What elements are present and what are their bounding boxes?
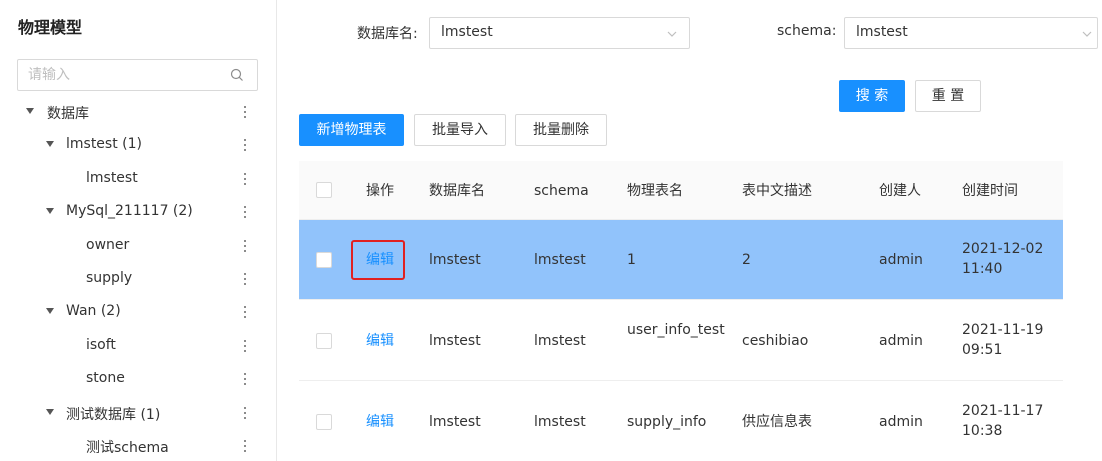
batch-import-button[interactable]: 批量导入 <box>414 114 506 146</box>
search-button[interactable]: 搜 索 <box>839 80 905 112</box>
db-name-select[interactable]: lmstest <box>429 17 690 49</box>
cell-schema: lmstest <box>534 252 586 268</box>
search-icon[interactable] <box>229 67 245 83</box>
more-vertical-icon[interactable] <box>240 103 250 121</box>
cell-db-name: lmstest <box>429 252 481 268</box>
tree-search-input[interactable] <box>18 60 218 90</box>
more-vertical-icon[interactable] <box>240 337 250 355</box>
cell-db-name: lmstest <box>429 414 481 430</box>
tree-node-label: MySql_211117 (2) <box>66 203 193 219</box>
reset-button[interactable]: 重 置 <box>915 80 981 112</box>
chevron-down-icon <box>667 31 677 37</box>
caret-down-icon[interactable] <box>26 108 34 114</box>
table-row[interactable]: 编辑 lmstest lmstest 1 2 admin 2021-12-02 … <box>299 220 1063 300</box>
table-header: 操作 数据库名 schema 物理表名 表中文描述 创建人 创建时间 <box>299 161 1063 220</box>
tree-node-isoft-schema[interactable]: isoft <box>0 330 276 363</box>
schema-value: lmstest <box>856 24 908 40</box>
tree-node-wan-db[interactable]: Wan (2) <box>0 296 276 329</box>
caret-down-icon[interactable] <box>46 141 54 147</box>
cell-creator: admin <box>879 333 923 349</box>
cell-created-time: 2021-12-02 11:40 <box>962 241 1044 277</box>
caret-down-icon[interactable] <box>46 208 54 214</box>
cell-description: 供应信息表 <box>742 414 812 430</box>
cell-creator: admin <box>879 252 923 268</box>
cell-description: 2 <box>742 252 751 268</box>
more-vertical-icon[interactable] <box>240 203 250 221</box>
more-vertical-icon[interactable] <box>240 370 250 388</box>
more-vertical-icon[interactable] <box>240 437 250 455</box>
header-schema: schema <box>534 183 589 199</box>
tree-node-lmstest-schema[interactable]: lmstest <box>0 163 276 196</box>
caret-down-icon[interactable] <box>46 308 54 314</box>
tree-node-test-db[interactable]: 测试数据库 (1) <box>0 397 276 430</box>
tree-node-label: stone <box>86 370 125 386</box>
chevron-down-icon <box>1082 31 1092 37</box>
tree-node-test-schema[interactable]: 测试schema <box>0 430 276 461</box>
tree-search-box[interactable] <box>17 59 258 91</box>
cell-db-name: lmstest <box>429 333 481 349</box>
schema-select[interactable]: lmstest <box>844 17 1098 49</box>
tree-node-stone-schema[interactable]: stone <box>0 363 276 396</box>
edit-highlight-box <box>351 240 405 280</box>
tree-node-supply-schema[interactable]: supply <box>0 263 276 296</box>
edit-link[interactable]: 编辑 <box>366 331 394 351</box>
cell-creator: admin <box>879 414 923 430</box>
more-vertical-icon[interactable] <box>240 303 250 321</box>
tree-node-owner-schema[interactable]: owner <box>0 230 276 263</box>
row-checkbox[interactable] <box>316 333 332 349</box>
tree-node-label: Wan (2) <box>66 303 121 319</box>
tree-node-label: lmstest <box>86 170 138 186</box>
schema-label: schema: <box>777 23 837 39</box>
tree-node-label: owner <box>86 237 130 253</box>
cell-created-time: 2021-11-17 10:38 <box>962 403 1044 439</box>
tree-node-database-root[interactable]: 数据库 <box>0 96 276 129</box>
tree-node-label: lmstest (1) <box>66 136 142 152</box>
more-vertical-icon[interactable] <box>240 237 250 255</box>
tree-node-mysql-db[interactable]: MySql_211117 (2) <box>0 196 276 229</box>
tree-node-label: isoft <box>86 337 116 353</box>
edit-link[interactable]: 编辑 <box>366 412 394 432</box>
table-row[interactable]: 编辑 lmstest lmstest supply_info 供应信息表 adm… <box>299 382 1063 461</box>
tree-node-label: 测试数据库 (1) <box>66 407 161 423</box>
tree-node-label: 数据库 <box>47 106 89 122</box>
cell-created-time: 2021-11-19 09:51 <box>962 322 1044 358</box>
header-action: 操作 <box>366 183 394 199</box>
select-all-checkbox[interactable] <box>316 182 332 198</box>
cell-schema: lmstest <box>534 414 586 430</box>
header-description: 表中文描述 <box>742 183 812 199</box>
db-name-label: 数据库名: <box>357 26 418 42</box>
cell-table-name: supply_info <box>627 414 707 430</box>
more-vertical-icon[interactable] <box>240 170 250 188</box>
header-db-name: 数据库名 <box>429 183 485 199</box>
more-vertical-icon[interactable] <box>240 404 250 422</box>
header-created-time: 创建时间 <box>962 183 1018 199</box>
add-physical-table-button[interactable]: 新增物理表 <box>299 114 404 146</box>
cell-schema: lmstest <box>534 333 586 349</box>
db-name-value: lmstest <box>441 24 493 40</box>
tree-node-label: 测试schema <box>86 440 169 456</box>
tree-node-lmstest-db[interactable]: lmstest (1) <box>0 129 276 162</box>
sidebar-title: 物理模型 <box>18 18 83 37</box>
row-checkbox[interactable] <box>316 414 332 430</box>
row-checkbox[interactable] <box>316 252 332 268</box>
table-row[interactable]: 编辑 lmstest lmstest user_info_test ceshib… <box>299 301 1063 381</box>
cell-description: ceshibiao <box>742 333 809 349</box>
more-vertical-icon[interactable] <box>240 136 250 154</box>
cell-table-name: 1 <box>627 252 636 268</box>
header-creator: 创建人 <box>879 183 921 199</box>
header-table-name: 物理表名 <box>627 183 683 199</box>
tree-node-label: supply <box>86 270 133 286</box>
batch-delete-button[interactable]: 批量删除 <box>515 114 607 146</box>
more-vertical-icon[interactable] <box>240 270 250 288</box>
cell-table-name: user_info_test <box>627 322 725 338</box>
caret-down-icon[interactable] <box>46 409 54 415</box>
tree-sidebar: 物理模型 数据库 lmstest (1) lmstest MySql_21111… <box>0 0 277 461</box>
